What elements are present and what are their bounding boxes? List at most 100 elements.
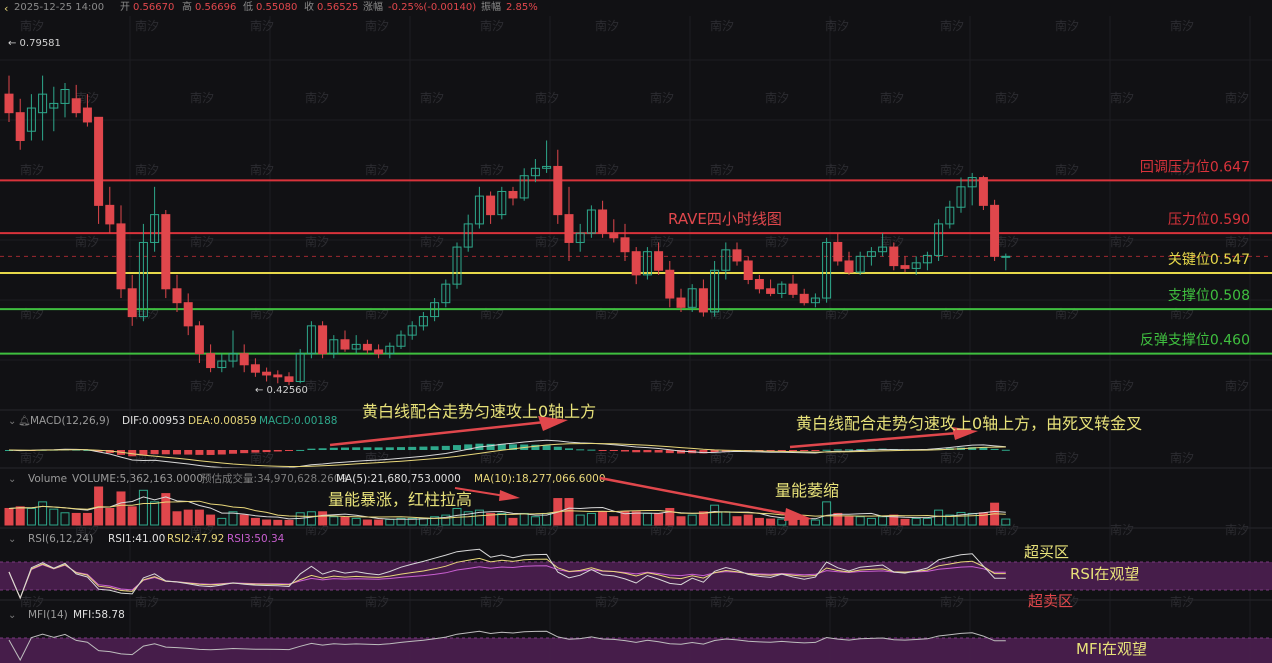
watermark-text: 南汐	[765, 90, 789, 105]
watermark-text: 南汐	[1225, 90, 1249, 105]
watermark-text: 南汐	[1170, 594, 1194, 609]
chart-title: RAVE四小时线图	[668, 210, 782, 228]
header-open-label: 开	[120, 2, 130, 13]
level-label-3: 支撑位0.508	[1168, 288, 1250, 304]
candle-body	[15, 112, 25, 141]
macd-bar	[341, 447, 349, 450]
macd-collapse-icon[interactable]: ⌄	[8, 416, 16, 427]
macd-bar	[408, 446, 417, 450]
watermark-text: 南汐	[1225, 378, 1249, 393]
macd-bar	[453, 445, 461, 450]
candle-body	[4, 93, 14, 114]
candle-body	[609, 232, 619, 239]
watermark-text: 南汐	[535, 234, 559, 249]
header-amplitude: 2.85%	[506, 2, 538, 13]
macd-bar	[385, 447, 394, 450]
level-label-0: 回调压力位0.647	[1140, 159, 1250, 175]
volume-name: Volume	[28, 473, 67, 485]
annotation-volume-1: 量能暴涨，红柱拉高	[328, 490, 472, 509]
macd-bar	[441, 445, 450, 450]
annotation-macd-2: 黄白线配合走势匀速攻上0轴上方，由死叉转金叉	[796, 414, 1142, 433]
candle-body	[844, 260, 854, 273]
header-low-label: 低	[243, 0, 253, 13]
header-back-icon[interactable]: ‹	[4, 2, 8, 15]
candle-body	[508, 190, 518, 199]
volume-bar	[732, 516, 742, 526]
candle-body	[799, 293, 809, 304]
macd-bar	[161, 450, 170, 455]
candle-body	[654, 251, 664, 271]
candle-body	[284, 376, 294, 382]
volume-bar	[127, 506, 137, 526]
level-label-2: 关键位0.547	[1168, 252, 1250, 268]
header-high: 0.56696	[195, 2, 236, 13]
price-high-marker: ← 0.79581	[8, 38, 61, 49]
watermark-text: 南汐	[75, 234, 99, 249]
watermark-text: 南汐	[880, 378, 904, 393]
macd-bell-icon[interactable]: 🔔︎	[18, 415, 31, 427]
volume-bar	[754, 517, 764, 526]
candle-body	[71, 98, 81, 114]
macd-bar	[621, 450, 629, 452]
macd-bar	[565, 448, 573, 450]
header-close: 0.56525	[317, 2, 358, 13]
volume-bar	[340, 516, 350, 526]
volume-bar	[564, 498, 574, 526]
candle-body	[318, 325, 328, 355]
mfi-value: MFI:58.78	[73, 609, 125, 621]
candle-body	[620, 237, 630, 253]
watermark-text: 南汐	[480, 594, 504, 609]
volume-bar	[374, 519, 384, 526]
watermark-text: 南汐	[940, 450, 964, 465]
macd-bar	[229, 450, 237, 454]
watermark-text: 南汐	[365, 162, 389, 177]
watermark-text: 南汐	[650, 90, 674, 105]
watermark-text: 南汐	[305, 378, 329, 393]
watermark-text: 南汐	[595, 18, 619, 33]
volume-collapse-icon[interactable]: ⌄	[8, 474, 16, 485]
volume-bar	[654, 512, 664, 526]
rsi-collapse-icon[interactable]: ⌄	[8, 534, 16, 545]
rsi-name: RSI(6,12,24)	[28, 533, 93, 545]
watermark-text: 南汐	[710, 18, 734, 33]
mfi-collapse-icon[interactable]: ⌄	[8, 610, 16, 621]
annotation-mfi-watch: MFI在观望	[1076, 640, 1147, 658]
macd-bar	[217, 450, 226, 455]
watermark-text: 南汐	[480, 18, 504, 33]
header-datetime: 2025-12-25 14:00	[14, 2, 104, 13]
macd-bar	[800, 450, 809, 451]
candle-body	[754, 279, 764, 290]
macd-bar	[486, 443, 495, 450]
macd-bar	[990, 448, 999, 450]
macd-bar	[296, 449, 305, 451]
macd-dif: DIF:0.00953	[122, 415, 185, 427]
candle-body	[183, 302, 193, 327]
macd-bar	[397, 447, 405, 450]
candle-body	[631, 251, 641, 276]
candle-body	[978, 177, 988, 206]
volume-bar	[250, 517, 260, 526]
macd-bar	[195, 450, 204, 455]
watermark-text: 南汐	[650, 234, 674, 249]
volume-ma10: MA(10):18,277,066.6000	[474, 473, 606, 485]
watermark-text: 南汐	[365, 18, 389, 33]
header-low: 0.55080	[256, 2, 297, 13]
candle-body	[788, 283, 798, 295]
macd-bar	[587, 449, 596, 451]
volume-bar	[743, 514, 753, 526]
macd-bar	[845, 449, 853, 451]
annotation-rsi-watch: RSI在观望	[1070, 565, 1139, 583]
watermark-text: 南汐	[1110, 378, 1134, 393]
candle-body	[374, 349, 384, 355]
candle-body	[766, 288, 776, 294]
macd-bar	[822, 449, 831, 451]
header-change: -0.25%(-0.00140)	[388, 2, 476, 13]
volume-estimate: 预估成交量:34,970,628.2609	[201, 472, 347, 485]
watermark-text: 南汐	[535, 90, 559, 105]
macd-bar	[833, 449, 842, 451]
header-close-label: 收	[304, 0, 314, 13]
candle-body	[127, 288, 137, 318]
watermark-text: 南汐	[480, 450, 504, 465]
header-open: 0.56670	[133, 2, 174, 13]
watermark-text: 南汐	[135, 18, 159, 33]
